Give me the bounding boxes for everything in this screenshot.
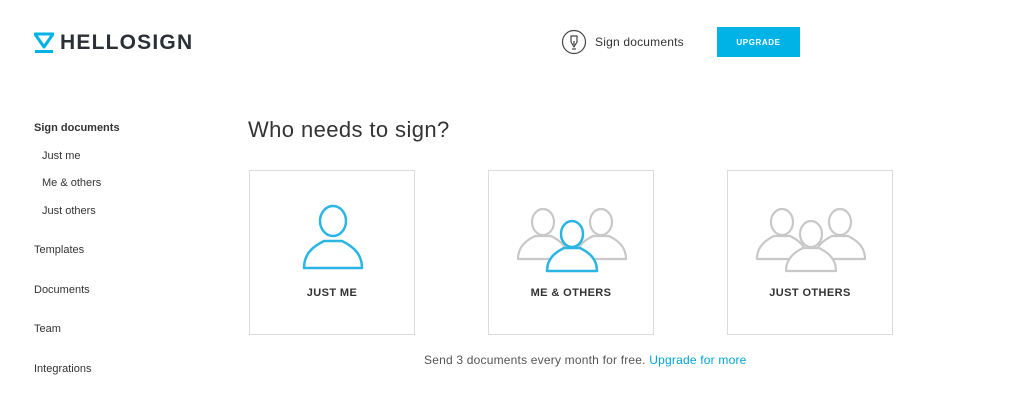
header-sign-documents-link[interactable]: Sign documents: [561, 29, 684, 55]
sidebar-item-documents[interactable]: Documents: [34, 284, 90, 296]
sidebar-item-just-others[interactable]: Just others: [42, 205, 96, 217]
group-users-icon: [755, 207, 867, 273]
card-just-others[interactable]: JUST OTHERS: [727, 170, 893, 335]
free-plan-note-text: Send 3 documents every month for free.: [424, 353, 646, 367]
sidebar-item-sign-documents[interactable]: Sign documents: [34, 122, 120, 134]
card-label-just-me: JUST ME: [306, 287, 358, 299]
sidebar-item-me-and-others[interactable]: Me & others: [42, 177, 101, 189]
upgrade-button[interactable]: UPGRADE: [717, 27, 800, 57]
pen-icon: [561, 29, 587, 55]
sidebar-item-team[interactable]: Team: [34, 323, 61, 335]
card-label-me-and-others: ME & OTHERS: [530, 287, 612, 299]
card-me-and-others[interactable]: ME & OTHERS: [488, 170, 654, 335]
card-label-just-others: JUST OTHERS: [769, 287, 851, 299]
card-just-me[interactable]: JUST ME: [249, 170, 415, 335]
sidebar-item-just-me[interactable]: Just me: [42, 150, 81, 162]
logo-text: HELLOSIGN: [60, 31, 194, 54]
free-plan-note: Send 3 documents every month for free. U…: [424, 353, 747, 367]
hellosign-logo[interactable]: HELLOSIGN: [34, 31, 193, 55]
upgrade-for-more-link[interactable]: Upgrade for more: [649, 353, 746, 367]
group-highlight-user-icon: [516, 207, 628, 273]
single-user-icon: [302, 204, 364, 270]
sidebar-item-integrations[interactable]: Integrations: [34, 363, 91, 375]
page-title: Who needs to sign?: [248, 117, 450, 142]
hellosign-logo-mark-icon: [34, 32, 54, 53]
sidebar-item-templates[interactable]: Templates: [34, 244, 84, 256]
header-sign-documents-label: Sign documents: [595, 35, 684, 49]
